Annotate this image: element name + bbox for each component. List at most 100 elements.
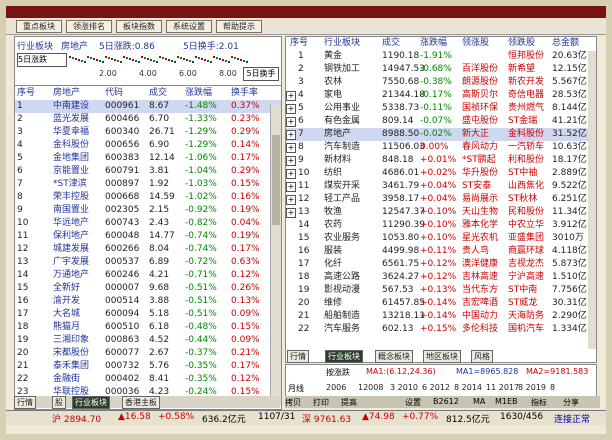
table-row[interactable]: 14 农药 11290.39 +0.10% 雅本化学 中农立华 3.912亿 bbox=[286, 219, 596, 232]
table-row[interactable]: 11 保利地产 600048 14.77 -0.74% 0.19% bbox=[15, 230, 281, 243]
tab-quote[interactable]: 行情 bbox=[14, 396, 36, 409]
left-scrollbar[interactable] bbox=[270, 105, 281, 405]
table-cell: +0.11% bbox=[420, 246, 457, 256]
copy-button[interactable]: 拷贝 bbox=[285, 397, 301, 408]
tab-region[interactable]: 地区板块 bbox=[423, 350, 461, 363]
settings-button[interactable]: 系统设置 bbox=[166, 20, 212, 33]
share-button[interactable]: 分享 bbox=[563, 397, 579, 408]
table-row[interactable]: 16 服装 4499.98 +0.11% 贵人鸟 商赢环球 4.118亿 bbox=[286, 245, 596, 258]
tab-concept[interactable]: 概念板块 bbox=[375, 350, 413, 363]
col-header[interactable]: 领跌股 bbox=[508, 37, 535, 50]
table-row[interactable]: +9 新材料 848.18 +0.01% *ST鹏起 利和股份 18.17亿 bbox=[286, 154, 596, 167]
table-row[interactable]: 4 金科股份 000656 6.90 -1.29% 0.14% bbox=[15, 139, 281, 152]
expand-icon[interactable]: + bbox=[286, 143, 296, 153]
table-row[interactable]: +11 煤炭开采 3461.79 +0.04% ST安泰 山西焦化 9.522亿 bbox=[286, 180, 596, 193]
expand-icon[interactable]: + bbox=[286, 130, 296, 140]
col-header[interactable]: 序号 bbox=[290, 37, 308, 50]
col-header[interactable]: 序号 bbox=[17, 87, 35, 100]
table-row[interactable]: 9 南国置业 002305 2.15 -0.92% 0.19% bbox=[15, 204, 281, 217]
expand-icon[interactable]: + bbox=[286, 208, 296, 218]
table-cell: 3958.17 bbox=[382, 194, 420, 204]
expand-icon[interactable]: + bbox=[286, 91, 296, 101]
table-row[interactable]: 15 全新好 000007 9.68 -0.51% 0.26% bbox=[15, 282, 281, 295]
tab-industry[interactable]: 行业板块 bbox=[72, 396, 110, 409]
table-row[interactable]: 5 金地集团 600383 12.14 -1.06% 0.17% bbox=[15, 152, 281, 165]
col-header[interactable]: 涨跌幅 bbox=[185, 87, 212, 100]
table-row[interactable]: 14 万通地产 600246 4.21 -0.71% 0.12% bbox=[15, 269, 281, 282]
table-row[interactable]: 15 农业服务 1053.80 +0.10% 星光农机 亚盛集团 3010万 bbox=[286, 232, 596, 245]
raise-button[interactable]: 提高 bbox=[341, 397, 357, 408]
col-header[interactable]: 代码 bbox=[105, 87, 123, 100]
table-row[interactable]: 3 华夏幸福 600340 26.71 -1.29% 0.29% bbox=[15, 126, 281, 139]
col-header[interactable]: 换手率 bbox=[231, 87, 258, 100]
index-button[interactable]: 板块指数 bbox=[116, 20, 162, 33]
scroll-thumb[interactable] bbox=[272, 135, 280, 225]
rank-button[interactable]: 领涨排名 bbox=[66, 20, 112, 33]
indicator-button[interactable]: 指标 bbox=[531, 397, 547, 408]
col-header[interactable]: 领涨股 bbox=[462, 37, 489, 50]
expand-icon[interactable]: + bbox=[286, 182, 296, 192]
table-row[interactable]: 18 熊猫月 600510 6.18 -0.48% 0.15% bbox=[15, 321, 281, 334]
table-row[interactable]: +13 牧渔 12547.37 +0.10% 天山生物 民和股份 11.34亿 bbox=[286, 206, 596, 219]
col-header[interactable]: 成交 bbox=[149, 87, 167, 100]
table-row[interactable]: 1 中南建设 000961 8.67 -1.48% 0.37% bbox=[15, 100, 281, 113]
col-header[interactable]: 涨跌幅 bbox=[420, 37, 447, 50]
col-header[interactable]: 成交 bbox=[382, 37, 400, 50]
expand-icon[interactable]: + bbox=[286, 117, 296, 127]
table-row[interactable]: 20 宋都股份 600077 2.67 -0.37% 0.21% bbox=[15, 347, 281, 360]
expand-icon[interactable]: + bbox=[286, 104, 296, 114]
table-row[interactable]: 17 大名城 600094 5.18 -0.51% 0.09% bbox=[15, 308, 281, 321]
tab-industry[interactable]: 行业板块 bbox=[325, 350, 363, 363]
table-row[interactable]: +7 房地产 8988.50 -0.02% 新大正 金科股份 31.52亿 bbox=[286, 128, 596, 141]
print-button[interactable]: 打印 bbox=[313, 397, 329, 408]
key-sector-button[interactable]: 重点板块 bbox=[16, 20, 62, 33]
table-row[interactable]: 19 影视动漫 567.53 +0.13% 当代东方 ST中南 7.756亿 bbox=[286, 284, 596, 297]
table-row[interactable]: 3 农林 7550.68 -0.38% 朗源股份 新农开发 5.567亿 bbox=[286, 76, 596, 89]
table-cell: 848.18 bbox=[382, 155, 414, 165]
mini-chart-label[interactable]: 5日涨跌 bbox=[17, 53, 67, 67]
table-row[interactable]: 1 黄金 1190.18 -1.91% 恒邦股份 20.63亿 bbox=[286, 50, 596, 63]
turnover-toggle[interactable]: 5日换手 bbox=[243, 67, 279, 81]
table-row[interactable]: 2 钢铁加工 14947.53 -0.68% 百洋股份 新希望 12.15亿 bbox=[286, 63, 596, 76]
table-row[interactable]: +4 家电 21344.18 -0.17% 高斯贝尔 奇信电器 28.53亿 bbox=[286, 89, 596, 102]
table-row[interactable]: 18 高速公路 3624.27 +0.12% 吉林高速 宁沪高速 1.510亿 bbox=[286, 271, 596, 284]
help-button[interactable]: 帮助提示 bbox=[216, 20, 262, 33]
table-row[interactable]: 2 蓝光发展 600466 6.70 -1.33% 0.23% bbox=[15, 113, 281, 126]
table-row[interactable]: 10 华远地产 600743 2.43 -0.82% 0.04% bbox=[15, 217, 281, 230]
col-header[interactable]: 行业板块 bbox=[324, 37, 360, 50]
table-row[interactable]: 21 船舶制造 13218.11 +0.14% 中国动力 天海防务 2.290亿 bbox=[286, 310, 596, 323]
col-header[interactable]: 总金额 bbox=[552, 37, 579, 50]
table-row[interactable]: 17 化纤 6561.75 +0.12% 澳洋健康 吉视龙杰 5.873亿 bbox=[286, 258, 596, 271]
tab-hk[interactable]: 香港主板 bbox=[122, 396, 160, 409]
m1eb-button[interactable]: M1EB bbox=[495, 397, 518, 406]
table-cell: 2 bbox=[298, 64, 304, 74]
tab-style[interactable]: 风格 bbox=[471, 350, 493, 363]
expand-icon[interactable]: + bbox=[286, 156, 296, 166]
right-scrollbar[interactable] bbox=[588, 51, 596, 349]
period-label[interactable]: 月线 bbox=[288, 383, 304, 394]
tab-stock[interactable]: 股 bbox=[52, 396, 66, 409]
table-row[interactable]: 16 渝开发 000514 3.88 -0.51% 0.13% bbox=[15, 295, 281, 308]
ma-button[interactable]: MA bbox=[473, 397, 485, 406]
table-row[interactable]: +8 汽车制造 11506.03 0.00% 春风动力 一汽轿车 10.63亿 bbox=[286, 141, 596, 154]
table-row[interactable]: +10 纺织 4686.01 +0.02% 华升股份 ST中袖 2.889亿 bbox=[286, 167, 596, 180]
settings-button[interactable]: 设置 bbox=[405, 397, 421, 408]
tab-quote[interactable]: 行情 bbox=[287, 350, 309, 363]
expand-icon[interactable]: + bbox=[286, 169, 296, 179]
col-header[interactable]: 房地产 bbox=[53, 87, 80, 100]
table-row[interactable]: +12 轻工产品 3958.17 +0.04% 易尚展示 ST秋林 6.251亿 bbox=[286, 193, 596, 206]
table-row[interactable]: +6 有色金属 809.14 -0.07% 盛屯股份 ST金瑞 41.21亿 bbox=[286, 115, 596, 128]
table-row[interactable]: 8 荣丰控股 000668 14.59 -1.02% 0.16% bbox=[15, 191, 281, 204]
expand-icon[interactable]: + bbox=[286, 195, 296, 205]
table-row[interactable]: +5 公用事业 5338.73 -0.11% 国祯环保 贵州燃气 8.144亿 bbox=[286, 102, 596, 115]
table-row[interactable]: 21 泰禾集团 000732 5.76 -0.35% 0.17% bbox=[15, 360, 281, 373]
table-row[interactable]: 12 城建发展 600266 8.04 -0.74% 0.17% bbox=[15, 243, 281, 256]
table-row[interactable]: 20 维修 61457.85 +0.14% 吉宏啤酒 ST威龙 30.31亿 bbox=[286, 297, 596, 310]
table-row[interactable]: 19 三湘印象 000863 4.52 -0.44% 0.09% bbox=[15, 334, 281, 347]
table-row[interactable]: 22 金融街 000402 8.41 -0.35% 0.12% bbox=[15, 373, 281, 386]
table-row[interactable]: 22 汽车服务 602.13 +0.15% 多伦科技 国机汽车 1.334亿 bbox=[286, 323, 596, 336]
table-row[interactable]: 13 广宇发展 000537 6.89 -0.72% 0.63% bbox=[15, 256, 281, 269]
table-row[interactable]: 7 *ST津滨 000897 1.92 -1.03% 0.15% bbox=[15, 178, 281, 191]
table-cell: -0.02% bbox=[420, 129, 452, 139]
table-row[interactable]: 6 京能置业 600791 3.81 -1.04% 0.29% bbox=[15, 165, 281, 178]
